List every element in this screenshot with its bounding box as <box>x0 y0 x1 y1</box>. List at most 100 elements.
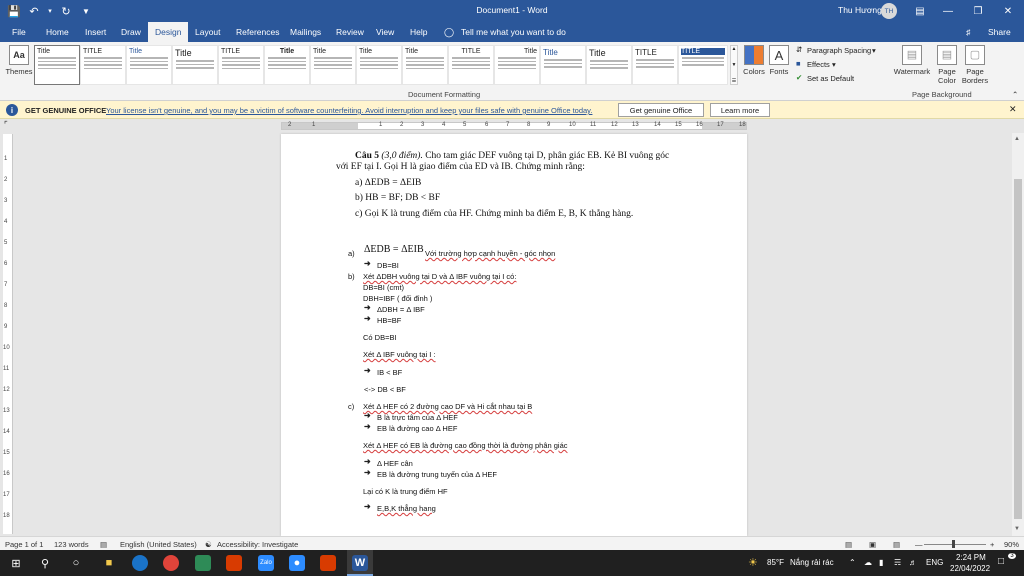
tab-design[interactable]: Design <box>148 22 189 42</box>
style-set-item[interactable]: Title <box>586 45 632 85</box>
share-icon[interactable]: ♯ <box>966 27 970 37</box>
close-icon[interactable]: ✕ <box>994 0 1022 22</box>
clock-time[interactable]: 2:24 PM <box>956 553 986 562</box>
themes-button[interactable]: Aa Themes <box>5 45 33 76</box>
tab-file[interactable]: File <box>12 27 26 37</box>
share-button[interactable]: Share <box>988 27 1011 37</box>
wifi-icon[interactable]: ☴ <box>894 558 901 567</box>
weather-desc[interactable]: Nắng rải rác <box>790 558 834 567</box>
cloud-icon[interactable]: ☁ <box>864 558 872 567</box>
volume-icon[interactable]: ♬ <box>909 558 917 567</box>
tab-draw[interactable]: Draw <box>121 27 141 37</box>
tab-layout[interactable]: Layout <box>195 27 221 37</box>
word-icon[interactable]: W <box>352 555 368 571</box>
document-area[interactable]: Câu 5 (3,0 điểm). Cho tam giác DEF vuông… <box>13 134 1012 536</box>
zalo-icon[interactable]: Zalo <box>258 555 274 571</box>
edge-icon[interactable] <box>132 555 148 571</box>
horizontal-ruler[interactable]: ⌜ 2 1 1 2 3 4 5 6 7 8 9 10 11 12 13 14 1… <box>0 119 1024 133</box>
style-set-item[interactable]: TITLE <box>218 45 264 85</box>
style-set-item[interactable]: TITLE <box>678 45 728 85</box>
style-set-item[interactable]: Title <box>356 45 402 85</box>
ribbon-display-options-icon[interactable]: ▤ <box>906 0 934 22</box>
file-explorer-icon[interactable]: ■ <box>101 555 117 571</box>
close-icon[interactable]: ✕ <box>1009 104 1017 115</box>
battery-icon[interactable]: ▮ <box>879 558 883 567</box>
tab-references[interactable]: References <box>236 27 279 37</box>
vertical-ruler[interactable]: 1 2 3 4 5 6 7 8 9 10 11 12 13 14 15 16 1… <box>3 134 13 534</box>
search-icon[interactable]: ⚲ <box>37 555 53 571</box>
user-name[interactable]: Thu Hương <box>838 5 882 15</box>
scrollbar-thumb[interactable] <box>1014 179 1022 519</box>
weather-temp[interactable]: 85°F <box>767 558 784 567</box>
chrome-icon[interactable] <box>163 555 179 571</box>
zoom-slider-knob[interactable] <box>952 540 955 548</box>
powerpoint-icon[interactable] <box>320 555 336 571</box>
learn-more-button[interactable]: Learn more <box>710 103 770 117</box>
style-set-title: Title <box>129 48 142 55</box>
minimize-icon[interactable]: — <box>934 0 962 22</box>
style-set-item[interactable]: TITLE <box>632 45 678 85</box>
collapse-ribbon-icon[interactable]: ⌃ <box>1012 90 1018 99</box>
task-view-icon[interactable]: ○ <box>68 555 84 571</box>
style-set-item[interactable]: Title <box>494 45 540 85</box>
tab-review[interactable]: Review <box>336 27 364 37</box>
tab-home[interactable]: Home <box>46 27 69 37</box>
document-page[interactable]: Câu 5 (3,0 điểm). Cho tam giác DEF vuông… <box>281 134 747 536</box>
clock-date[interactable]: 22/04/2022 <box>950 564 990 573</box>
gallery-scroll[interactable]: ▲ ▼ ☰ <box>730 45 738 85</box>
windows-start-icon[interactable]: ⊞ <box>8 555 24 571</box>
style-set-item[interactable]: Title <box>126 45 172 85</box>
paragraph-spacing-button[interactable]: Paragraph Spacing <box>807 46 871 55</box>
zoom-level[interactable]: 90% <box>1004 540 1019 549</box>
tab-view[interactable]: View <box>376 27 394 37</box>
print-layout-icon[interactable]: ▣ <box>869 540 876 549</box>
lightbulb-icon[interactable]: ◯ <box>444 27 454 38</box>
style-set-item[interactable]: Title <box>310 45 356 85</box>
zoom-in-icon[interactable]: + <box>990 540 994 549</box>
avatar[interactable]: TH <box>881 3 897 19</box>
zoom-slider[interactable] <box>924 544 986 545</box>
page-color-button[interactable]: ▤ Page Color <box>934 45 960 85</box>
input-language[interactable]: ENG <box>926 558 943 567</box>
restore-icon[interactable]: ❐ <box>964 0 992 22</box>
style-set-item[interactable]: Title <box>402 45 448 85</box>
scroll-up-icon[interactable]: ▲ <box>1014 136 1020 142</box>
zoom-icon[interactable]: ● <box>289 555 305 571</box>
page-count[interactable]: Page 1 of 1 <box>5 540 43 549</box>
tab-selector-icon[interactable]: ⌜ <box>4 120 8 129</box>
tell-me-search[interactable]: Tell me what you want to do <box>461 27 566 37</box>
colors-button[interactable]: Colors <box>741 45 767 76</box>
style-set-item[interactable]: TITLE <box>448 45 494 85</box>
infobar-message-link[interactable]: Your license isn't genuine, and you may … <box>106 106 592 115</box>
fonts-button[interactable]: A Fonts <box>768 45 790 76</box>
style-set-item[interactable]: Title <box>264 45 310 85</box>
style-set-item[interactable]: Title <box>540 45 586 85</box>
tab-insert[interactable]: Insert <box>85 27 106 37</box>
scroll-down-icon[interactable]: ▼ <box>1014 526 1020 532</box>
tab-mailings[interactable]: Mailings <box>290 27 321 37</box>
style-set-item[interactable]: Title <box>172 45 218 85</box>
effects-button[interactable]: Effects <box>807 60 830 69</box>
style-set-item[interactable]: TITLE <box>80 45 126 85</box>
get-genuine-office-button[interactable]: Get genuine Office <box>618 103 704 117</box>
word-count[interactable]: 123 words <box>54 540 89 549</box>
ribbon-tabs: File Home Insert Draw Design Layout Refe… <box>0 22 1024 42</box>
proofing-icon[interactable]: ▤ <box>100 540 107 549</box>
page-borders-button[interactable]: ▢ Page Borders <box>961 45 989 85</box>
notification-icon[interactable]: □ <box>998 556 1004 567</box>
set-as-default-button[interactable]: Set as Default <box>807 74 854 83</box>
accessibility-status[interactable]: Accessibility: Investigate <box>217 540 298 549</box>
language[interactable]: English (United States) <box>120 540 197 549</box>
chevron-up-icon[interactable]: ⌃ <box>849 558 856 567</box>
app-icon[interactable] <box>195 555 211 571</box>
zoom-out-icon[interactable]: — <box>915 540 923 549</box>
tab-help[interactable]: Help <box>410 27 427 37</box>
vertical-scrollbar[interactable]: ▲ ▼ <box>1012 133 1024 536</box>
office-icon[interactable] <box>226 555 242 571</box>
watermark-button[interactable]: ▤ Watermark <box>891 45 933 76</box>
read-mode-icon[interactable]: ▤ <box>845 540 852 549</box>
ruler-number: 10 <box>569 122 576 128</box>
page-color-label: Page Color <box>938 67 956 85</box>
web-layout-icon[interactable]: ▤ <box>893 540 900 549</box>
style-set-item[interactable]: Title <box>34 45 80 85</box>
